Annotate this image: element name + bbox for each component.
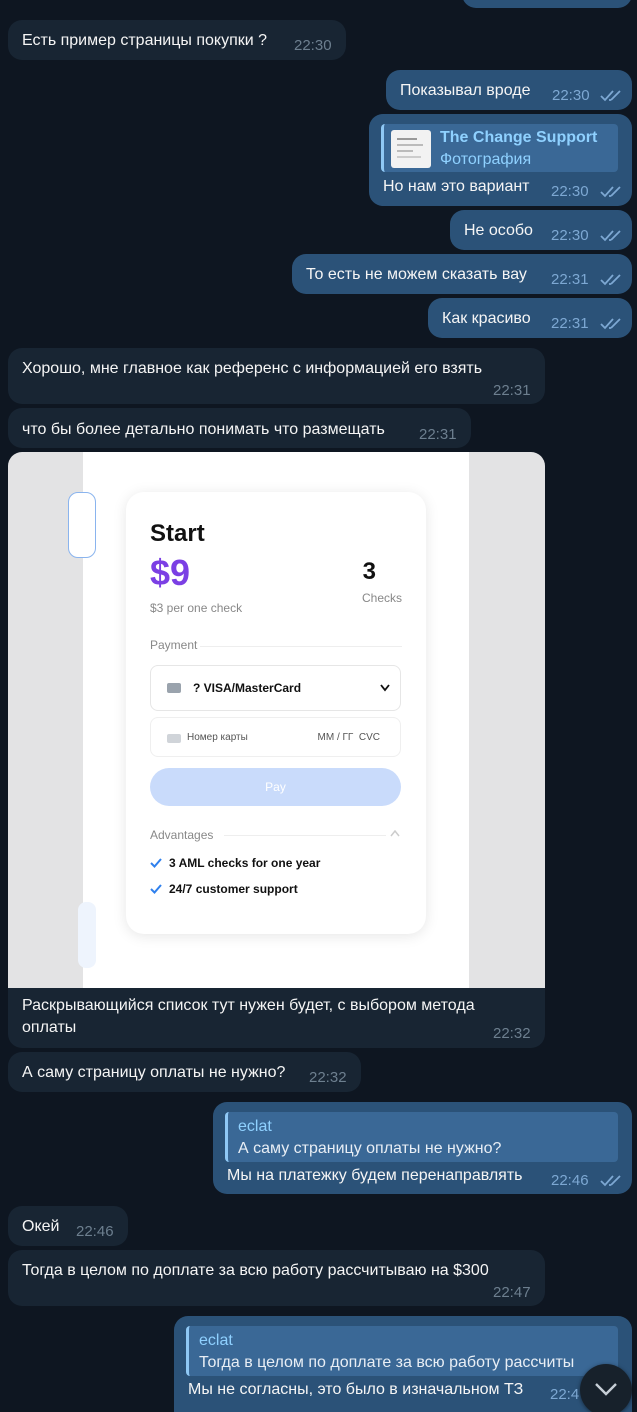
checks-label: Checks (361, 591, 402, 605)
double-check-icon (600, 90, 621, 102)
message-text: Не особо (464, 222, 533, 239)
message-text: А саму страницу оплаты не нужно? (22, 1064, 286, 1081)
message-time: 22:46 (76, 1223, 114, 1240)
card-number-placeholder: Номер карты (187, 732, 248, 743)
message-time: 22:31 (551, 271, 589, 288)
message-text: Окей (22, 1218, 60, 1235)
message-time: 22:30 (552, 87, 590, 104)
message-time: 22:31 (419, 426, 457, 443)
advantage-item: 24/7 customer support (169, 882, 298, 896)
divider (224, 835, 386, 836)
double-check-icon (600, 1175, 621, 1187)
reply-quote[interactable]: The Change Support Фотография (381, 124, 618, 172)
expiry-cvc-placeholder: ММ / ГГ CVC (317, 732, 381, 743)
message-time: 22:47 (493, 1284, 531, 1301)
card-number-field[interactable]: Номер карты ММ / ГГ CVC (150, 717, 401, 757)
checks-count: 3 (362, 558, 376, 585)
message-bubble[interactable]: Как красиво 22:31 (428, 298, 632, 338)
payment-label: Payment (150, 638, 198, 652)
message-time: 22:4 (550, 1386, 580, 1403)
reply-text: Тогда в целом по доплате за всю работу р… (199, 1354, 575, 1371)
message-bubble[interactable]: Показывал вроде 22:30 (386, 70, 632, 110)
photo-attachment[interactable]: Start $9 3 Checks $3 per one check Payme… (8, 452, 545, 988)
pricing-card: Start $9 3 Checks $3 per one check Payme… (126, 492, 426, 934)
clipped-outgoing-bubble (462, 0, 632, 8)
plan-title: Start (150, 520, 205, 547)
message-time: 22:32 (493, 1025, 531, 1042)
payment-method-select[interactable]: ? VISA/MasterCard (150, 665, 401, 711)
advantages-label: Advantages (150, 828, 214, 842)
check-icon (150, 858, 162, 868)
double-check-icon (600, 274, 621, 286)
message-bubble[interactable]: Тогда в целом по доплате за всю работу р… (8, 1250, 545, 1306)
advantage-item: 3 AML checks for one year (169, 856, 321, 870)
caption-line: оплаты (22, 1019, 77, 1036)
chevron-up-icon[interactable] (390, 830, 400, 837)
message-bubble[interactable]: А саму страницу оплаты не нужно? 22:32 (8, 1052, 361, 1092)
double-check-icon (600, 186, 621, 198)
message-time: 22:30 (551, 183, 589, 200)
plan-price: $9 (150, 552, 191, 593)
per-check-price: $3 per one check (150, 601, 243, 615)
message-bubble[interactable]: The Change Support Фотография Но нам это… (369, 114, 632, 206)
message-time: 22:31 (551, 315, 589, 332)
message-text: Хорошо, мне главное как референс с инфор… (22, 360, 483, 377)
message-text: Мы на платежку будем перенаправлять (227, 1167, 523, 1184)
message-text: Но нам это вариант (383, 178, 530, 195)
message-text: То есть не можем сказать вау (306, 266, 527, 283)
message-text: что бы более детально понимать что разме… (22, 421, 385, 438)
caption-line: Раскрывающийся список тут нужен будет, с… (22, 997, 475, 1014)
message-time: 22:46 (551, 1172, 589, 1189)
photo-caption-bubble[interactable]: Раскрывающийся список тут нужен будет, с… (8, 988, 545, 1048)
reply-author: eclat (199, 1332, 233, 1349)
message-bubble[interactable]: Окей 22:46 (8, 1206, 128, 1246)
chevron-down-icon (595, 1383, 617, 1396)
message-text: Тогда в целом по доплате за всю работу р… (22, 1262, 489, 1279)
double-check-icon (600, 318, 621, 330)
message-time: 22:30 (551, 227, 589, 244)
chevron-down-icon (380, 684, 390, 692)
message-bubble[interactable]: eclat А саму страницу оплаты не нужно? М… (213, 1102, 632, 1194)
message-bubble[interactable]: eclat Тогда в целом по доплате за всю ра… (174, 1316, 632, 1412)
double-check-icon (600, 230, 621, 242)
message-text: Мы не согласны, это было в изначальном Т… (188, 1381, 524, 1398)
message-bubble[interactable]: что бы более детально понимать что разме… (8, 408, 471, 448)
pay-button[interactable]: Pay (150, 768, 401, 806)
card-icon (167, 734, 181, 743)
message-text: Показывал вроде (400, 82, 531, 99)
message-text: Есть пример страницы покупки ? (22, 32, 268, 49)
message-bubble[interactable]: Не особо 22:30 (450, 210, 632, 250)
message-time: 22:31 (493, 382, 531, 399)
message-bubble[interactable]: Хорошо, мне главное как референс с инфор… (8, 348, 545, 404)
reply-quote[interactable]: eclat Тогда в целом по доплате за всю ра… (186, 1326, 618, 1376)
reply-text: А саму страницу оплаты не нужно? (238, 1140, 502, 1157)
left-partial-panel-bottom (78, 902, 96, 968)
reply-quote[interactable]: eclat А саму страницу оплаты не нужно? (225, 1112, 618, 1162)
reply-author: The Change Support (440, 129, 598, 146)
message-time: 22:32 (309, 1069, 347, 1086)
scroll-down-button[interactable] (580, 1364, 632, 1412)
divider (200, 646, 402, 647)
card-icon (167, 683, 181, 693)
message-time: 22:30 (294, 37, 332, 54)
pay-button-label: Pay (265, 780, 286, 794)
message-bubble[interactable]: То есть не можем сказать вау 22:31 (292, 254, 632, 294)
reply-text: Фотография (440, 151, 532, 168)
reply-author: eclat (238, 1118, 272, 1135)
payment-method-value: ? VISA/MasterCard (193, 681, 302, 695)
message-bubble[interactable]: Есть пример страницы покупки ? 22:30 (8, 20, 346, 60)
check-icon (150, 884, 162, 894)
left-partial-panel (68, 492, 96, 558)
reply-thumbnail (391, 130, 431, 168)
message-text: Как красиво (442, 310, 531, 327)
